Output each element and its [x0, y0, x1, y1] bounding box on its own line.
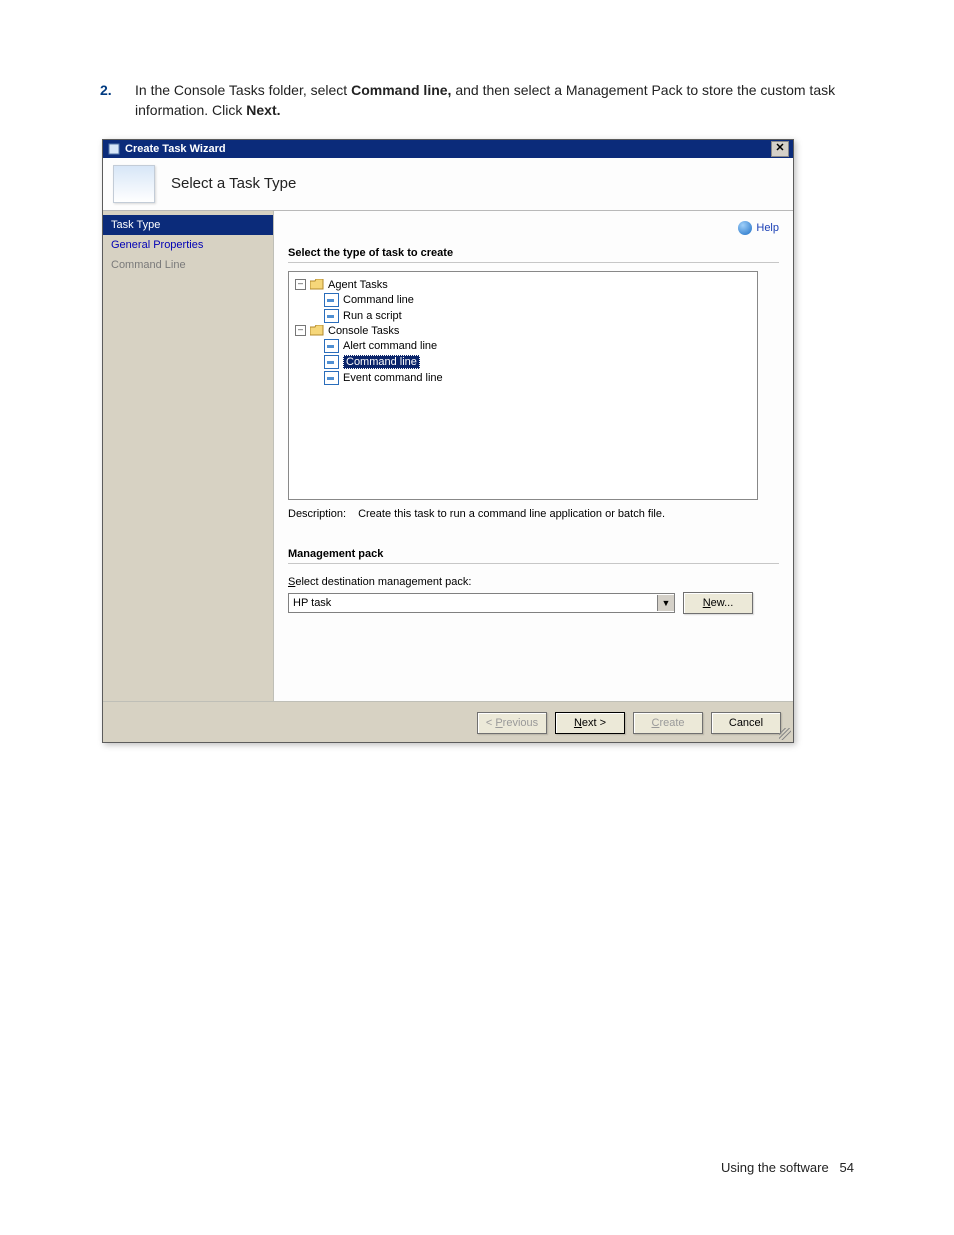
tree-label: Agent Tasks [328, 279, 388, 291]
tree-label-selected: Command line [343, 355, 420, 369]
window-title: Create Task Wizard [121, 143, 771, 155]
tree-node-agent-run-script[interactable]: Run a script [309, 308, 753, 324]
tree-node-console-tasks[interactable]: – Console Tasks [295, 324, 753, 338]
resize-grip-icon[interactable] [779, 728, 791, 740]
wizard-body: Task Type General Properties Command Lin… [103, 211, 793, 701]
create-button: Create [633, 712, 703, 734]
page-footer: Using the software 54 [721, 1160, 854, 1175]
step-text-d: Next. [246, 102, 280, 118]
management-pack-combobox[interactable]: HP task ▼ [288, 593, 675, 613]
sidebar-step-general-properties[interactable]: General Properties [103, 235, 273, 255]
task-icon [324, 309, 339, 323]
tree-node-console-command-line[interactable]: Command line [309, 354, 753, 370]
wizard-window: Create Task Wizard ✕ Select a Task Type … [102, 139, 794, 743]
management-pack-heading: Management pack [288, 548, 779, 564]
document-page: 2. In the Console Tasks folder, select C… [0, 0, 954, 743]
management-pack-field-label: Select destination management pack: [288, 576, 779, 588]
description-row: Description: Create this task to run a c… [288, 508, 779, 520]
tree-label: Alert command line [343, 340, 437, 352]
app-icon [107, 142, 121, 156]
tree-label: Run a script [343, 310, 402, 322]
help-icon [738, 221, 752, 235]
step-text-b: Command line, [351, 82, 451, 98]
folder-open-icon [310, 279, 324, 291]
help-link[interactable]: Help [738, 221, 779, 235]
mnemonic: P [495, 717, 502, 729]
task-icon [324, 355, 339, 369]
section-heading: Select the type of task to create [288, 247, 779, 263]
new-management-pack-button[interactable]: New... [683, 592, 753, 614]
wizard-main: Help Select the type of task to create –… [274, 211, 793, 701]
cancel-label: Cancel [729, 717, 763, 729]
wizard-steps-sidebar: Task Type General Properties Command Lin… [103, 211, 274, 701]
mnemonic: N [703, 597, 711, 609]
sidebar-step-task-type[interactable]: Task Type [103, 215, 273, 235]
step-text: In the Console Tasks folder, select Comm… [135, 80, 854, 121]
folder-open-icon [310, 325, 324, 337]
description-text: Create this task to run a command line a… [358, 508, 665, 520]
task-icon [324, 339, 339, 353]
tree-node-console-event-command-line[interactable]: Event command line [309, 370, 753, 386]
task-icon [324, 293, 339, 307]
chevron-down-icon[interactable]: ▼ [657, 595, 674, 611]
label-rest: ext > [582, 717, 606, 729]
label-rest: reate [659, 717, 684, 729]
close-button[interactable]: ✕ [771, 141, 789, 157]
footer-text: Using the software [721, 1160, 829, 1175]
tree-label: Console Tasks [328, 325, 399, 337]
step-number: 2. [100, 80, 135, 121]
wizard-footer: < Previous Next > Create Cancel [103, 701, 793, 742]
banner-title: Select a Task Type [171, 175, 296, 192]
tree-node-agent-command-line[interactable]: Command line [309, 292, 753, 308]
title-bar[interactable]: Create Task Wizard ✕ [103, 140, 793, 158]
tree-label: Event command line [343, 372, 443, 384]
cancel-button[interactable]: Cancel [711, 712, 781, 734]
banner-icon [113, 165, 155, 203]
task-type-tree[interactable]: – Agent Tasks Command line [288, 271, 758, 500]
description-label: Description: [288, 508, 346, 520]
numbered-step: 2. In the Console Tasks folder, select C… [100, 80, 854, 121]
footer-page-number: 54 [840, 1160, 854, 1175]
management-pack-field-row: HP task ▼ New... [288, 592, 779, 614]
wizard-banner: Select a Task Type [103, 158, 793, 211]
help-link-text: Help [756, 222, 779, 234]
sidebar-step-command-line[interactable]: Command Line [103, 255, 273, 275]
previous-button: < Previous [477, 712, 547, 734]
next-button[interactable]: Next > [555, 712, 625, 734]
label-rest: ew... [711, 597, 734, 609]
mnemonic: N [574, 717, 582, 729]
task-icon [324, 371, 339, 385]
expander-icon[interactable]: – [295, 279, 306, 290]
label-rest: revious [503, 717, 538, 729]
combobox-value: HP task [289, 597, 657, 609]
expander-icon[interactable]: – [295, 325, 306, 336]
label-rest: elect destination management pack: [295, 576, 471, 588]
step-text-a: In the Console Tasks folder, select [135, 82, 351, 98]
tree-node-agent-tasks[interactable]: – Agent Tasks [295, 278, 753, 292]
tree-label: Command line [343, 294, 414, 306]
tree-node-console-alert-command-line[interactable]: Alert command line [309, 338, 753, 354]
close-icon: ✕ [775, 142, 784, 154]
